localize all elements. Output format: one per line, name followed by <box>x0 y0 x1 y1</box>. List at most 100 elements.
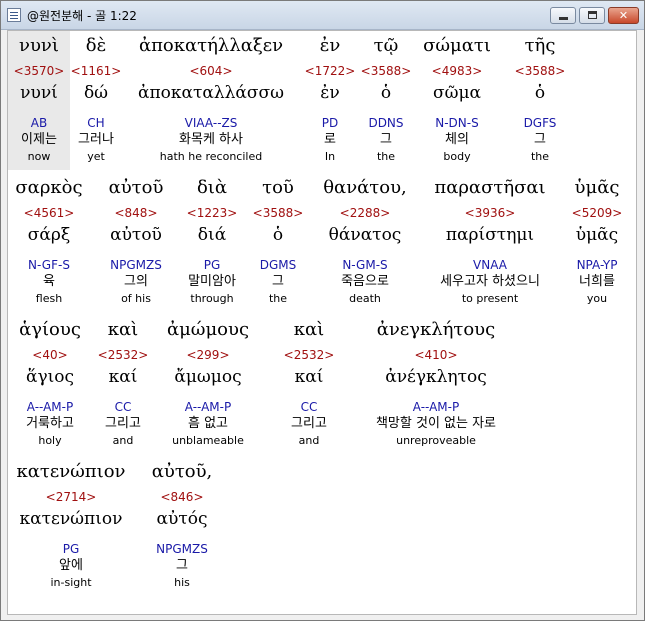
close-button[interactable]: ✕ <box>608 7 639 24</box>
strong-number[interactable]: <2532> <box>94 347 152 363</box>
korean-gloss: 체의 <box>445 132 469 147</box>
maximize-button[interactable] <box>579 7 605 24</box>
greek-word: ὑμᾶς <box>574 177 620 198</box>
morphology-code[interactable]: NPGMZS <box>144 541 220 557</box>
morphology-code[interactable]: DDNS <box>360 115 412 131</box>
morphology-code[interactable]: CC <box>278 399 340 415</box>
word-cell[interactable]: ἐν <1722> ἐν PD 로 In <box>300 35 360 164</box>
title-bar[interactable]: @원전분해 - 골 1:22 ✕ <box>1 1 644 30</box>
morphology-code[interactable]: VNAA <box>422 257 558 273</box>
word-cell[interactable]: διὰ <1223> διά PG 말미암아 through <box>180 177 244 306</box>
strong-number[interactable]: <299> <box>160 347 256 363</box>
lemma: ὁ <box>534 83 546 103</box>
strong-number[interactable]: <1223> <box>180 205 244 221</box>
morphology-code[interactable]: DGFS <box>510 115 570 131</box>
morphology-code[interactable]: PD <box>300 115 360 131</box>
app-icon[interactable] <box>7 8 21 22</box>
greek-word: σαρκὸς <box>15 177 83 198</box>
maximize-icon <box>588 11 597 19</box>
morphology-code[interactable]: PG <box>180 257 244 273</box>
morphology-code[interactable]: NPGMZS <box>96 257 176 273</box>
korean-gloss: 그 <box>534 132 546 147</box>
korean-gloss: 육 <box>43 274 55 289</box>
word-cell[interactable]: αὐτοῦ, <846> αὐτός NPGMZS 그 his <box>144 461 220 590</box>
strong-number[interactable]: <3588> <box>248 205 308 221</box>
app-window: @원전분해 - 골 1:22 ✕ νυνὶ <3570> νυνί AB 이제는… <box>0 0 645 621</box>
word-cell[interactable]: ἁγίους <40> ἅγιος A--AM-P 거룩하고 holy <box>8 319 92 448</box>
morphology-code[interactable]: A--AM-P <box>160 399 256 415</box>
word-cell[interactable]: ἀποκατήλλαξεν <604> ἀποκαταλλάσσω VIAA--… <box>126 35 296 164</box>
english-gloss: unreproveable <box>396 434 476 447</box>
korean-gloss: 말미암아 <box>188 274 236 289</box>
strong-number[interactable]: <4983> <box>412 63 502 79</box>
strong-number[interactable]: <3588> <box>510 63 570 79</box>
strong-number[interactable]: <2714> <box>8 489 134 505</box>
strong-number[interactable]: <3570> <box>8 63 70 79</box>
english-gloss: in-sight <box>50 576 92 589</box>
word-cell[interactable]: ἀνεγκλήτους <410> ἀνέγκλητος A--AM-P 책망할… <box>356 319 516 448</box>
greek-word: νυνὶ <box>19 35 59 56</box>
lemma: θάνατος <box>328 225 402 245</box>
strong-number[interactable]: <846> <box>144 489 220 505</box>
word-cell[interactable]: καὶ <2532> καί CC 그리고 and <box>278 319 340 448</box>
strong-number[interactable]: <40> <box>8 347 92 363</box>
lemma: κατενώπιον <box>19 509 123 529</box>
greek-word: δὲ <box>85 35 107 56</box>
morphology-code[interactable]: A--AM-P <box>356 399 516 415</box>
strong-number[interactable]: <4561> <box>8 205 90 221</box>
strong-number[interactable]: <604> <box>126 63 296 79</box>
word-cell[interactable]: καὶ <2532> καί CC 그리고 and <box>94 319 152 448</box>
strong-number[interactable]: <3936> <box>422 205 558 221</box>
morphology-code[interactable]: A--AM-P <box>8 399 92 415</box>
strong-number[interactable]: <1722> <box>300 63 360 79</box>
lemma: ἐν <box>320 83 340 103</box>
word-cell[interactable]: νυνὶ <3570> νυνί AB 이제는 now <box>8 35 70 164</box>
lemma: αὐτοῦ <box>110 225 162 245</box>
word-cell[interactable]: αὐτοῦ <848> αὐτοῦ NPGMZS 그의 of his <box>96 177 176 306</box>
greek-word: παραστῆσαι <box>434 177 546 198</box>
strong-number[interactable]: <410> <box>356 347 516 363</box>
interlinear-panel[interactable]: νυνὶ <3570> νυνί AB 이제는 now δὲ <1161> δώ… <box>7 30 637 615</box>
morphology-code[interactable]: CH <box>70 115 122 131</box>
word-cell[interactable]: τῷ <3588> ὁ DDNS 그 the <box>360 35 412 164</box>
english-gloss: his <box>174 576 190 589</box>
morphology-code[interactable]: N-GM-S <box>312 257 418 273</box>
word-cell[interactable]: σώματι <4983> σῶμα N-DN-S 체의 body <box>412 35 502 164</box>
word-cell[interactable]: δὲ <1161> δώ CH 그러나 yet <box>70 35 122 164</box>
korean-gloss: 그러나 <box>78 132 114 147</box>
morphology-code[interactable]: N-GF-S <box>8 257 90 273</box>
lemma: σῶμα <box>433 83 481 103</box>
word-cell[interactable]: θανάτου, <2288> θάνατος N-GM-S 죽음으로 deat… <box>312 177 418 306</box>
greek-word: ἁγίους <box>19 319 81 340</box>
morphology-code[interactable]: AB <box>8 115 70 131</box>
word-cell[interactable]: τοῦ <3588> ὁ DGMS 그 the <box>248 177 308 306</box>
word-cell[interactable]: παραστῆσαι <3936> παρίστημι VNAA 세우고자 하셨… <box>422 177 558 306</box>
english-gloss: unblameable <box>172 434 244 447</box>
morphology-code[interactable]: VIAA--ZS <box>126 115 296 131</box>
greek-word: ἐν <box>319 35 341 56</box>
window-title: @원전분해 - 골 1:22 <box>27 9 137 23</box>
strong-number[interactable]: <2532> <box>278 347 340 363</box>
english-gloss: body <box>443 150 471 163</box>
morphology-code[interactable]: N-DN-S <box>412 115 502 131</box>
minimize-button[interactable] <box>550 7 576 24</box>
korean-gloss: 죽음으로 <box>341 274 389 289</box>
word-cell[interactable]: τῆς <3588> ὁ DGFS 그 the <box>510 35 570 164</box>
strong-number[interactable]: <2288> <box>312 205 418 221</box>
morphology-code[interactable]: DGMS <box>248 257 308 273</box>
korean-gloss: 이제는 <box>21 132 57 147</box>
lemma: καί <box>108 367 138 387</box>
morphology-code[interactable]: PG <box>8 541 134 557</box>
morphology-code[interactable]: NPA-YP <box>564 257 630 273</box>
strong-number[interactable]: <1161> <box>70 63 122 79</box>
word-cell[interactable]: κατενώπιον <2714> κατενώπιον PG 앞에 in-si… <box>8 461 134 590</box>
greek-word: αὐτοῦ <box>108 177 164 198</box>
strong-number[interactable]: <5209> <box>564 205 630 221</box>
strong-number[interactable]: <3588> <box>360 63 412 79</box>
strong-number[interactable]: <848> <box>96 205 176 221</box>
word-cell[interactable]: ὑμᾶς <5209> ὑμᾶς NPA-YP 너희를 you <box>564 177 630 306</box>
word-cell[interactable]: ἀμώμους <299> ἄμωμος A--AM-P 흠 없고 unblam… <box>160 319 256 448</box>
korean-gloss: 그리고 <box>291 416 327 431</box>
word-cell[interactable]: σαρκὸς <4561> σάρξ N-GF-S 육 flesh <box>8 177 90 306</box>
morphology-code[interactable]: CC <box>94 399 152 415</box>
